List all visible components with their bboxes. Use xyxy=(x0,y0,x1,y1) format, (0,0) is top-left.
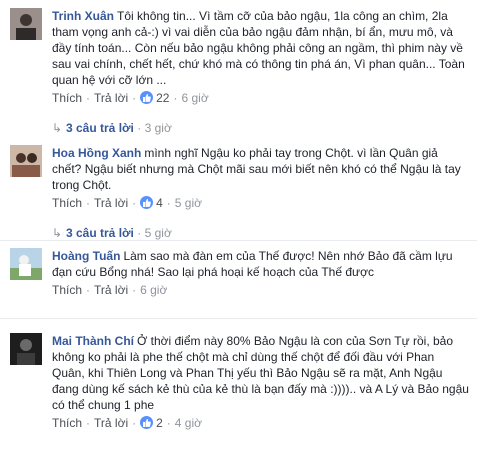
view-replies-link[interactable]: ↳ 3 câu trả lời · 5 giờ xyxy=(52,225,172,241)
like-link[interactable]: Thích xyxy=(52,91,82,105)
comment-time[interactable]: 5 giờ xyxy=(175,196,202,210)
comment-time[interactable]: 4 giờ xyxy=(175,416,202,430)
reply-arrow-icon: ↳ xyxy=(52,226,63,240)
avatar-image xyxy=(10,145,42,177)
replies-count[interactable]: 3 câu trả lời xyxy=(66,226,134,240)
like-count[interactable]: 22 xyxy=(156,91,169,105)
author-name[interactable]: Trinh Xuân xyxy=(52,9,114,23)
avatar[interactable] xyxy=(10,248,42,280)
like-count[interactable]: 2 xyxy=(156,416,163,430)
comment-time[interactable]: 6 giờ xyxy=(140,283,167,297)
comment-actions: Thích · Trả lời · 4 · 5 giờ xyxy=(52,196,203,210)
comment-actions: Thích · Trả lời · 2 · 4 giờ xyxy=(52,416,203,430)
author-name[interactable]: Hoàng Tuấn xyxy=(52,249,120,263)
view-replies-link[interactable]: ↳ 3 câu trả lời · 3 giờ xyxy=(52,120,172,136)
avatar-image xyxy=(10,333,42,365)
reply-link[interactable]: Trả lời xyxy=(94,416,128,430)
replies-time: 3 giờ xyxy=(144,121,172,135)
divider xyxy=(0,240,477,241)
avatar[interactable] xyxy=(10,333,42,365)
avatar[interactable] xyxy=(10,145,42,177)
reply-link[interactable]: Trả lời xyxy=(94,91,128,105)
replies-count[interactable]: 3 câu trả lời xyxy=(66,121,134,135)
author-name[interactable]: Mai Thành Chí xyxy=(52,334,134,348)
avatar[interactable] xyxy=(10,8,42,40)
avatar-image xyxy=(10,8,42,40)
replies-time: 5 giờ xyxy=(144,226,172,240)
like-count[interactable]: 4 xyxy=(156,196,163,210)
author-name[interactable]: Hoa Hồng Xanh xyxy=(52,146,141,160)
like-link[interactable]: Thích xyxy=(52,196,82,210)
comment-actions: Thích · Trả lời · 6 giờ xyxy=(52,283,168,297)
like-link[interactable]: Thích xyxy=(52,283,82,297)
thumbs-up-icon xyxy=(140,416,154,429)
comment-text-block: Hoàng Tuấn Làm sao mà đàn em của Thế được… xyxy=(52,248,470,280)
like-link[interactable]: Thích xyxy=(52,416,82,430)
comment-time[interactable]: 6 giờ xyxy=(181,91,208,105)
thumbs-up-icon xyxy=(140,91,154,104)
thumbs-up-icon xyxy=(140,196,154,209)
comment-text-block: Hoa Hồng Xanh mình nghĩ Ngậu ko phải tay … xyxy=(52,145,470,193)
reply-link[interactable]: Trả lời xyxy=(94,196,128,210)
divider xyxy=(0,318,477,319)
reply-arrow-icon: ↳ xyxy=(52,121,63,135)
reply-link[interactable]: Trả lời xyxy=(94,283,128,297)
avatar-image xyxy=(10,248,42,280)
comment-text-block: Mai Thành Chí Ở thời điểm này 80% Bảo Ngậ… xyxy=(52,333,470,413)
comment-text-block: Trinh Xuân Tôi không tin... Vì tầm cỡ của… xyxy=(52,8,470,88)
comment-actions: Thích · Trả lời · 22 · 6 giờ xyxy=(52,91,209,105)
